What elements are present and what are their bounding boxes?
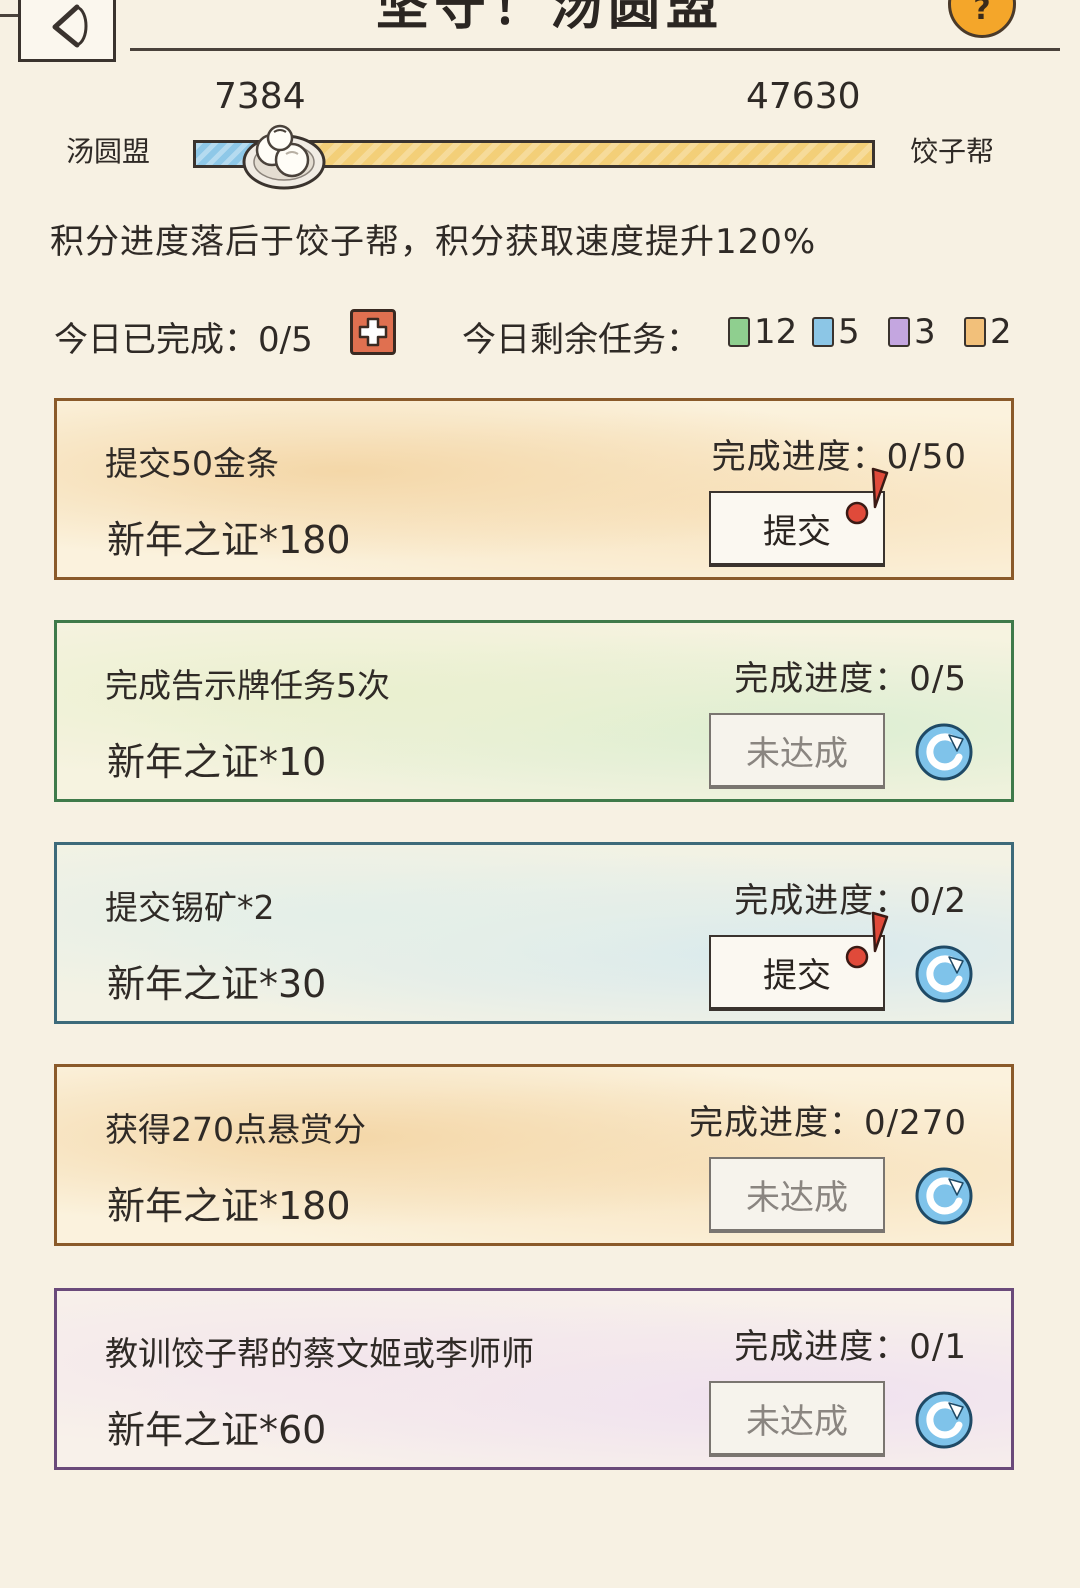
task-title: 获得270点悬赏分 [105,1110,366,1149]
remaining-orange: 2 [964,312,1012,352]
refresh-icon[interactable] [913,1165,975,1227]
back-arrow-icon [52,4,88,47]
orange-task-icon [964,317,986,347]
remaining-purple-count: 3 [914,312,936,352]
exclamation-alert-icon [845,911,889,969]
task-reward: 新年之证*30 [107,962,327,1006]
not-achieved-button[interactable]: 未达成 [709,1157,885,1233]
back-button[interactable] [18,0,116,62]
right-team-name: 饺子帮 [910,135,995,168]
refresh-icon[interactable] [913,943,975,1005]
daily-completed-label: 今日已完成：0/5 [54,320,313,360]
remaining-orange-count: 2 [990,312,1012,352]
task-reward: 新年之证*10 [107,740,327,784]
purple-task-icon [888,317,910,347]
task-progress: 完成进度：0/50 [711,437,967,477]
remaining-purple: 3 [888,312,936,352]
refresh-icon[interactable] [913,1389,975,1451]
daily-remaining-label: 今日剩余任务： [462,320,700,360]
header-divider-left [0,14,18,17]
plus-icon [358,317,388,347]
task-progress: 完成进度：0/5 [734,659,967,699]
remaining-blue-count: 5 [838,312,860,352]
right-team-score: 47630 [746,76,861,117]
remaining-green: 12 [728,312,797,352]
left-team-score: 7384 [214,76,306,117]
dumpling-plate-icon [242,124,326,190]
task-card: 提交锡矿*2 新年之证*30 完成进度：0/2 提交 [54,842,1014,1024]
task-card: 提交50金条 新年之证*180 完成进度：0/50 提交 [54,398,1014,580]
task-progress: 完成进度：0/1 [734,1327,967,1367]
refresh-icon[interactable] [913,721,975,783]
left-team-name: 汤圆盟 [66,135,151,168]
task-reward: 新年之证*180 [107,518,351,562]
task-title: 完成告示牌任务5次 [105,666,390,705]
not-achieved-button[interactable]: 未达成 [709,713,885,789]
exclamation-alert-icon [845,467,889,525]
task-card: 教训饺子帮的蔡文姬或李师师 新年之证*60 完成进度：0/1 未达成 [54,1288,1014,1470]
blue-task-icon [812,317,834,347]
task-title: 教训饺子帮的蔡文姬或李师师 [105,1334,534,1373]
green-task-icon [728,317,750,347]
question-icon: ? [973,0,991,27]
not-achieved-button[interactable]: 未达成 [709,1381,885,1457]
task-card: 完成告示牌任务5次 新年之证*10 完成进度：0/5 未达成 [54,620,1014,802]
remaining-blue: 5 [812,312,860,352]
header: 坚守！汤圆盟 ? [0,0,1080,62]
battle-status-text: 积分进度落后于饺子帮，积分获取速度提升120% [50,222,817,262]
task-title: 提交50金条 [105,444,279,483]
page-title: 坚守！汤圆盟 [375,0,724,37]
add-attempts-button[interactable] [350,309,396,355]
task-progress: 完成进度：0/270 [689,1103,967,1143]
help-button[interactable]: ? [948,0,1016,38]
remaining-green-count: 12 [754,312,798,352]
task-reward: 新年之证*60 [107,1408,327,1452]
header-divider [130,48,1060,51]
task-card: 获得270点悬赏分 新年之证*180 完成进度：0/270 未达成 [54,1064,1014,1246]
task-reward: 新年之证*180 [107,1184,351,1228]
task-title: 提交锡矿*2 [105,888,275,927]
